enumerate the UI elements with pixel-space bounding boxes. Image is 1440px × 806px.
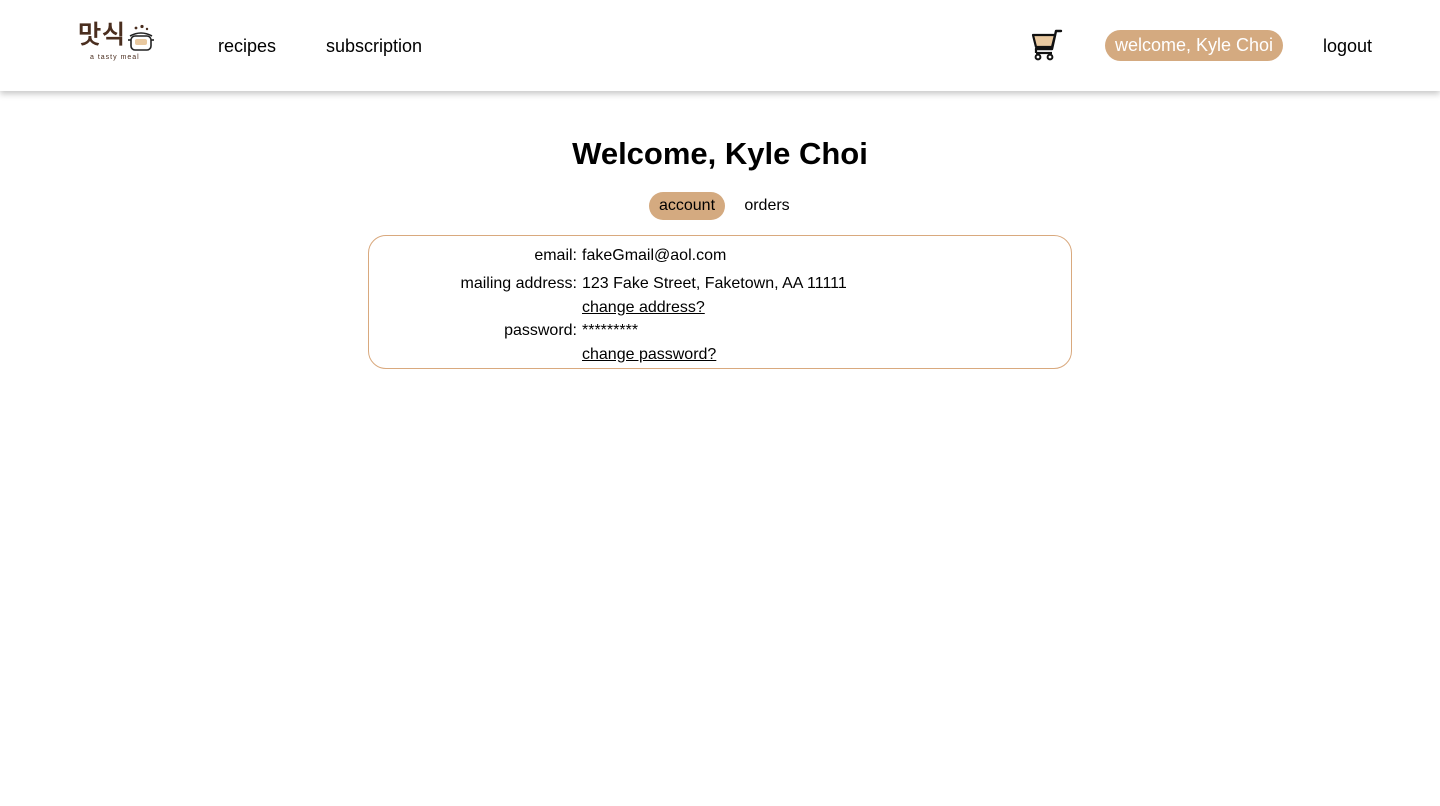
page-title: Welcome, Kyle Choi: [572, 136, 868, 171]
top-navigation-bar: 맛식 a tasty meal recipes subscription wel…: [0, 0, 1440, 91]
logo-wordmark: 맛식: [78, 20, 127, 49]
password-label: password:: [504, 322, 577, 339]
nav-recipes-link[interactable]: recipes: [218, 35, 276, 57]
user-welcome-button[interactable]: welcome, Kyle Choi: [1105, 30, 1283, 61]
email-value: fakeGmail@aol.com: [582, 247, 727, 264]
tab-orders[interactable]: orders: [739, 192, 795, 220]
change-password-link[interactable]: change password?: [582, 345, 716, 365]
logo-tagline: a tasty meal: [90, 54, 140, 61]
mailing-address-label: mailing address:: [460, 275, 578, 292]
tab-account[interactable]: account: [649, 192, 725, 220]
cart-button[interactable]: [1030, 29, 1064, 61]
nav-subscription-link[interactable]: subscription: [326, 35, 422, 57]
email-label: email:: [534, 247, 577, 264]
shopping-cart-icon: [1031, 29, 1063, 61]
password-value: *********: [582, 322, 639, 339]
mailing-address-value: 123 Fake Street, Faketown, AA 11111: [582, 275, 847, 292]
account-details-card: email: fakeGmail@aol.com mailing address…: [368, 235, 1072, 369]
site-logo[interactable]: 맛식 a tasty meal: [78, 20, 158, 64]
change-address-link[interactable]: change address?: [582, 298, 705, 318]
cooking-pot-icon: [128, 24, 154, 51]
logout-link[interactable]: logout: [1323, 35, 1372, 57]
